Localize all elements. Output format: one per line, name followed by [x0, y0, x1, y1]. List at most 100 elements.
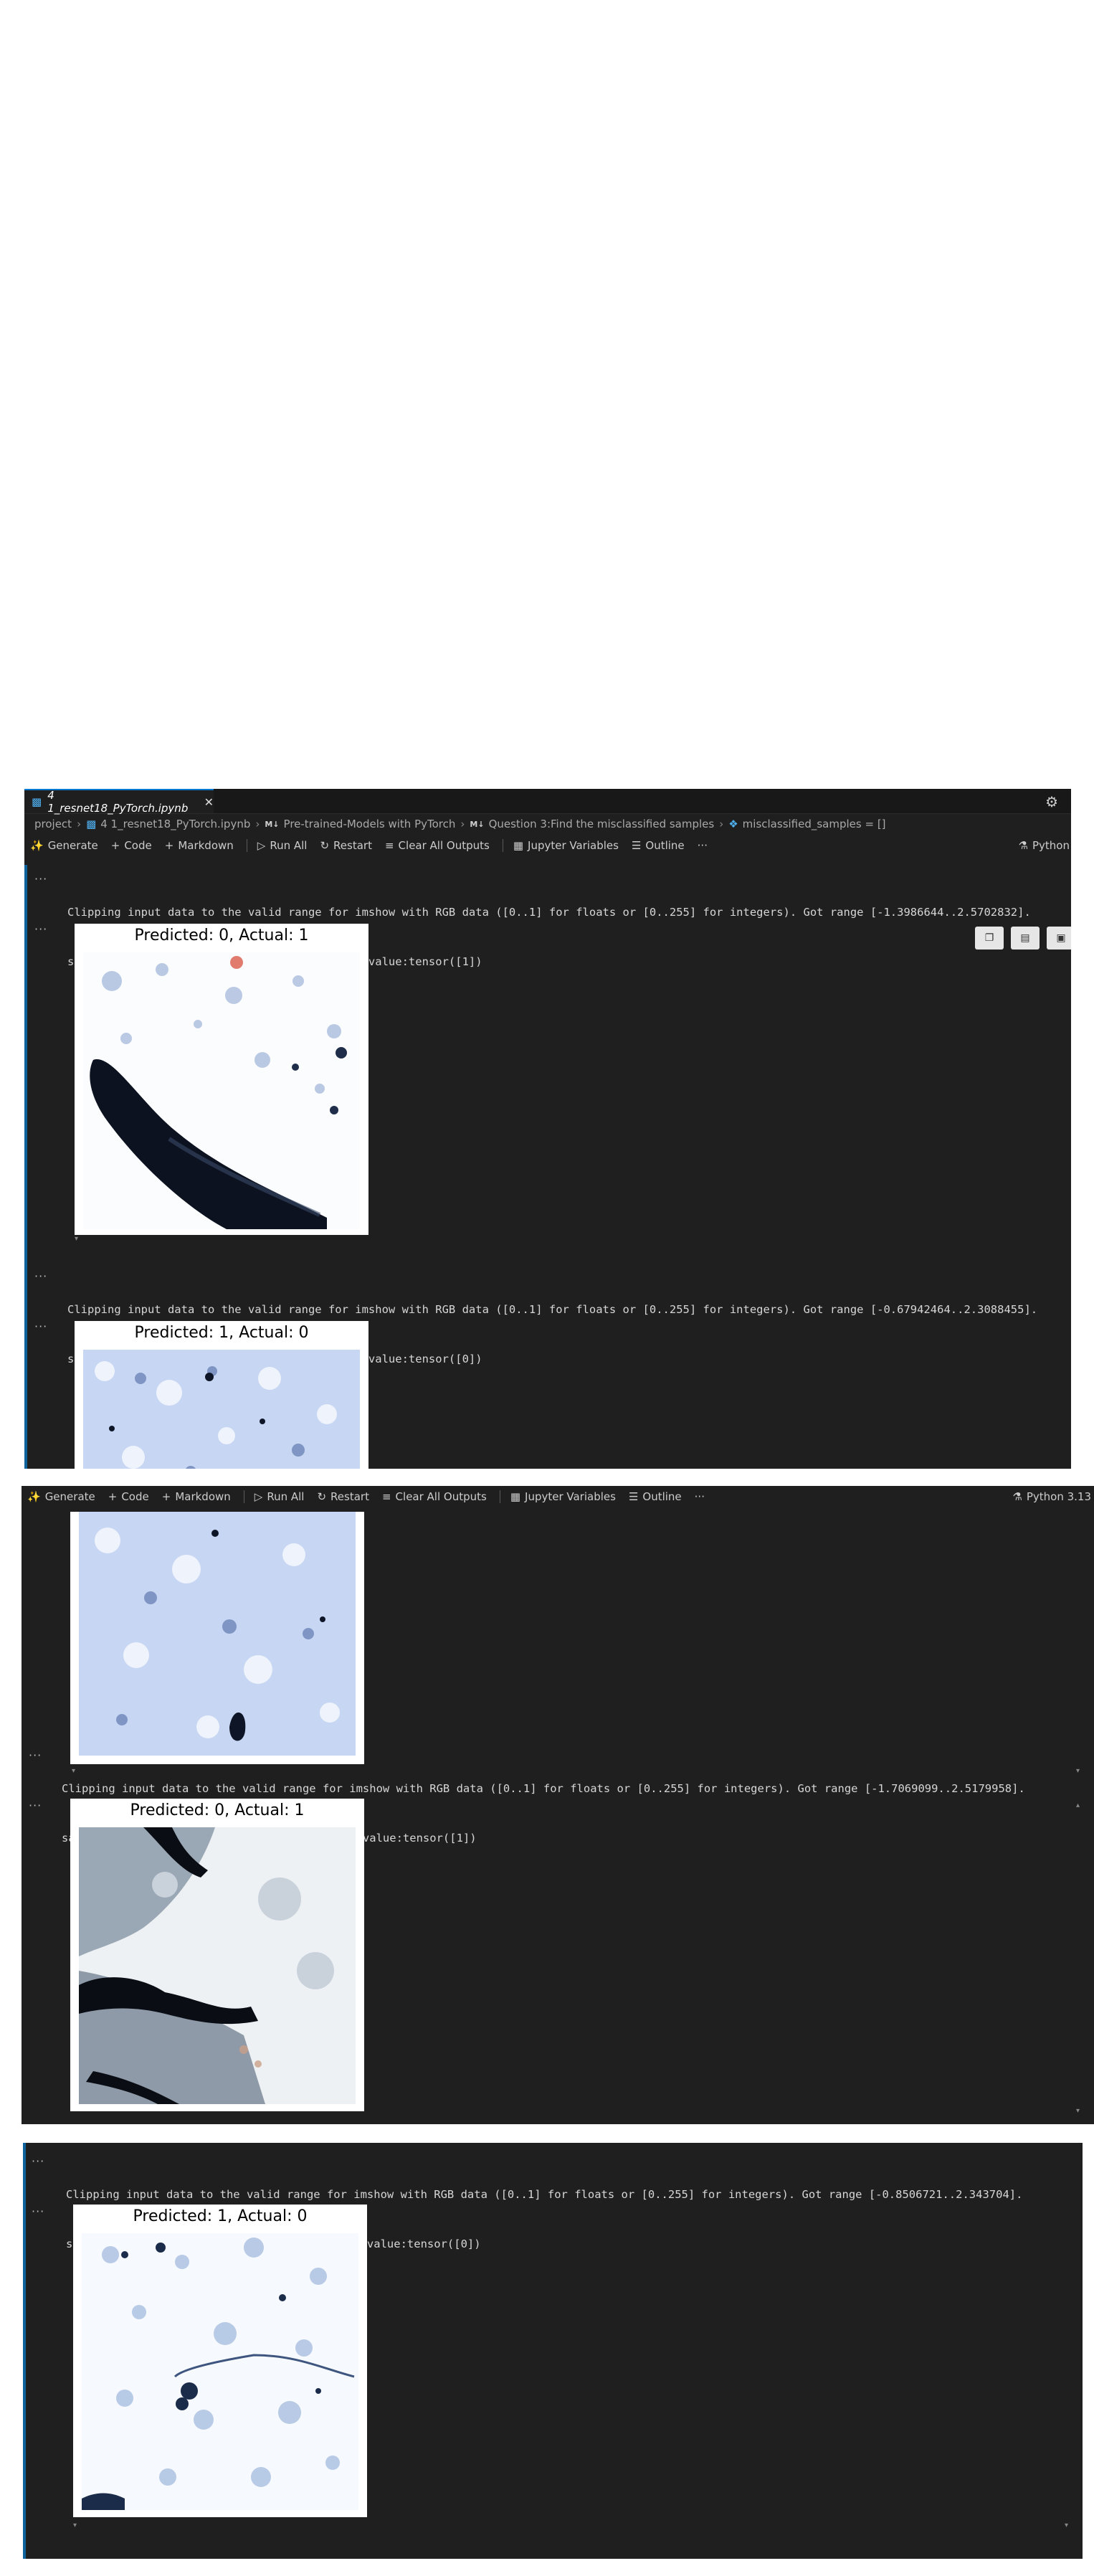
flask-icon: ⚗ [1018, 839, 1028, 852]
sample-image [83, 1350, 360, 1469]
sample-image [79, 1827, 356, 2104]
sample-image-graphic [83, 952, 360, 1229]
chevron-right-icon: › [77, 818, 82, 830]
tab-bar: ▩ 4 1_resnet18_PyTorch.ipynb ✕ ⚙ [24, 789, 1071, 815]
editor-tab[interactable]: ▩ 4 1_resnet18_PyTorch.ipynb ✕ [24, 789, 214, 815]
copy-icon[interactable]: ❐ [975, 927, 1004, 950]
play-icon: ▷ [254, 1490, 263, 1503]
figure-sample3: Predicted: 1, Actual: 0 [73, 2205, 367, 2517]
restart-icon: ↻ [317, 1490, 327, 1503]
markdown-icon: M↓ [470, 819, 485, 829]
figure-title: Predicted: 1, Actual: 0 [134, 1324, 309, 1342]
add-markdown-button[interactable]: + Markdown [165, 839, 234, 852]
outline-icon: ☰ [631, 839, 642, 852]
flask-icon: ⚗ [1012, 1490, 1022, 1503]
notebook-toolbar: ✨ Generate + Code + Markdown ▷ Run All ↻ Rest… [22, 1486, 1094, 1507]
outline-button[interactable]: ☰ Outline [632, 839, 685, 852]
run-all-button[interactable]: ▷ Run All [257, 839, 308, 852]
outline-icon: ☰ [628, 1490, 639, 1503]
breadcrumb-section-1[interactable]: Pre-trained-Models with PyTorch [284, 818, 456, 830]
plus-icon: + [108, 1490, 118, 1503]
output-ellipsis-icon[interactable]: ··· [32, 2205, 44, 2218]
add-markdown-button[interactable]: + Markdown [162, 1490, 231, 1503]
sample-image-graphic [83, 1350, 360, 1469]
cell-focus-bar [24, 865, 27, 1469]
scroll-indicator: ▾ [1075, 2107, 1080, 2115]
plus-icon: + [110, 839, 120, 852]
plus-icon: + [164, 839, 174, 852]
save-icon[interactable]: ▣ [1047, 927, 1071, 950]
image-resize-handle[interactable]: ▾ [75, 1235, 78, 1243]
output-ellipsis-icon[interactable]: ··· [32, 2154, 44, 2168]
scroll-indicator: ▾ [1075, 1767, 1080, 1775]
notebook-panel-3: ··· Clipping input data to the valid ran… [23, 2143, 1083, 2559]
add-code-button[interactable]: + Code [108, 1490, 149, 1503]
restart-icon: ↻ [320, 839, 330, 852]
kernel-picker[interactable]: ⚗ Python 3.13 [1012, 1490, 1091, 1503]
chevron-right-icon: › [460, 818, 465, 830]
notebook-icon: ▩ [32, 795, 42, 808]
output-actions: ❐ ▤ ▣ [975, 927, 1071, 950]
tab-title: 4 1_resnet18_PyTorch.ipynb [47, 789, 189, 815]
chevron-right-icon: › [255, 818, 260, 830]
output-ellipsis-icon[interactable]: ··· [29, 1799, 42, 1812]
output-line: Clipping input data to the valid range f… [67, 1303, 1038, 1316]
output-ellipsis-icon[interactable]: ··· [34, 872, 47, 886]
sample-image [79, 1512, 356, 1756]
jupyter-variables-button[interactable]: ▦ Jupyter Variables [513, 839, 619, 852]
breadcrumb-symbol[interactable]: misclassified_samples = [] [743, 818, 886, 830]
output-line: Clipping input data to the valid range f… [67, 906, 1031, 919]
variables-icon: ▦ [513, 839, 524, 852]
breadcrumb-folder[interactable]: project [34, 818, 72, 830]
output-ellipsis-icon[interactable]: ··· [34, 1320, 47, 1333]
scroll-indicator: ▾ [1064, 2521, 1068, 2529]
more-actions-button[interactable]: ··· [698, 839, 708, 852]
image-resize-handle[interactable]: ▾ [73, 2521, 77, 2529]
output-line: Clipping input data to the valid range f… [66, 2188, 1023, 2201]
output-line: Clipping input data to the valid range f… [62, 1782, 1025, 1795]
generate-button[interactable]: ✨ Generate [27, 1490, 95, 1503]
output-ellipsis-icon[interactable]: ··· [29, 1748, 42, 1762]
breadcrumb-section-2[interactable]: Question 3:Find the misclassified sample… [489, 818, 715, 830]
restart-button[interactable]: ↻ Restart [317, 1490, 369, 1503]
more-actions-button[interactable]: ··· [695, 1490, 705, 1503]
add-code-button[interactable]: + Code [111, 839, 152, 852]
outline-button[interactable]: ☰ Outline [629, 1490, 682, 1503]
breadcrumb: project › ▩ 4 1_resnet18_PyTorch.ipynb ›… [24, 813, 1071, 835]
clear-all-icon: ≡ [384, 839, 394, 852]
sample-image-graphic [79, 1827, 356, 2104]
sample-image-graphic [79, 1512, 356, 1756]
breadcrumb-file[interactable]: 4 1_resnet18_PyTorch.ipynb [100, 818, 250, 830]
notebook-icon: ▩ [86, 818, 97, 830]
figure-title: Predicted: 1, Actual: 0 [133, 2207, 308, 2225]
plus-icon: + [161, 1490, 171, 1503]
chevron-right-icon: › [719, 818, 724, 830]
figure-sample2: Predicted: 0, Actual: 1 [70, 1799, 364, 2111]
figure-title: Predicted: 0, Actual: 1 [134, 927, 309, 944]
kernel-picker[interactable]: ⚗ Python [1019, 839, 1070, 852]
figure-sample1-continued [70, 1512, 364, 1764]
output-ellipsis-icon[interactable]: ··· [34, 922, 47, 936]
play-icon: ▷ [257, 839, 266, 852]
notebook-toolbar: ✨ Generate + Code + Markdown ▷ Run All ↻ Rest… [24, 835, 1071, 856]
close-icon[interactable]: ✕ [204, 795, 214, 809]
figure-title: Predicted: 0, Actual: 1 [130, 1801, 305, 1819]
sample-image [83, 952, 360, 1229]
output-ellipsis-icon[interactable]: ··· [34, 1269, 47, 1283]
sparkle-icon: ✨ [30, 839, 44, 852]
run-all-button[interactable]: ▷ Run All [255, 1490, 305, 1503]
gear-icon[interactable]: ⚙ [1045, 793, 1058, 810]
clear-all-outputs-button[interactable]: ≡ Clear All Outputs [382, 1490, 487, 1503]
sample-image-graphic [82, 2233, 358, 2510]
variables-icon: ▦ [510, 1490, 521, 1503]
figure-sample0: Predicted: 0, Actual: 1 [75, 924, 368, 1235]
clear-all-outputs-button[interactable]: ≡ Clear All Outputs [385, 839, 490, 852]
sparkle-icon: ✨ [27, 1490, 41, 1503]
figure-sample1: Predicted: 1, Actual: 0 [75, 1321, 368, 1469]
markdown-icon: M↓ [265, 819, 280, 829]
restart-button[interactable]: ↻ Restart [320, 839, 372, 852]
jupyter-variables-button[interactable]: ▦ Jupyter Variables [510, 1490, 616, 1503]
sample-image [82, 2233, 358, 2510]
generate-button[interactable]: ✨ Generate [30, 839, 98, 852]
chart-icon[interactable]: ▤ [1011, 927, 1040, 950]
